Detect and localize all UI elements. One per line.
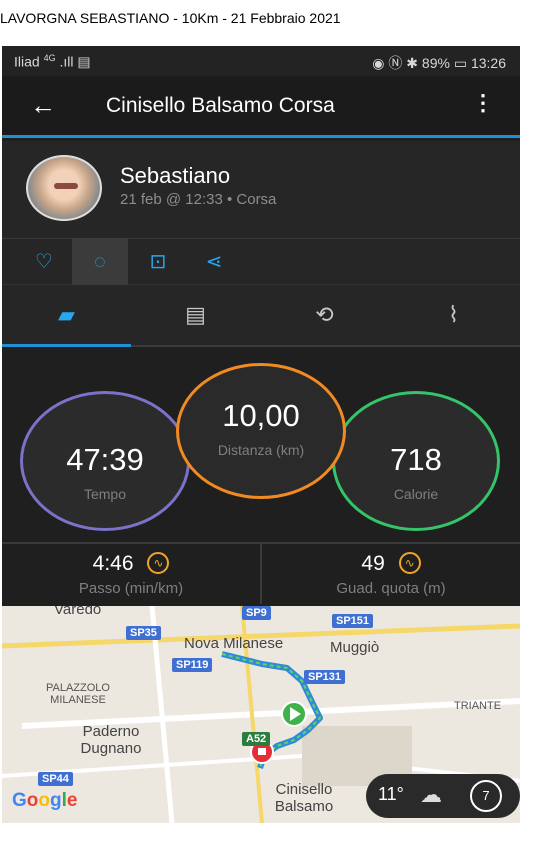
wind-speed: 7 — [482, 788, 490, 803]
tempo-label: Tempo — [83, 486, 127, 502]
road-sp35: SP35 — [126, 626, 161, 640]
place-cinisello: Cinisello Balsamo — [274, 781, 334, 815]
calorie-circle: 718 Calorie — [332, 391, 500, 531]
battery-icon: ▭ — [453, 55, 468, 71]
distance-value: 10,00 — [222, 398, 300, 433]
network-type: 4G — [43, 53, 56, 63]
tempo-circle: 47:39 Tempo — [20, 391, 190, 531]
status-bar: Iliad 4G .ıll ▤ ◉ Ⓝ ✱ 89% ▭ 13:26 — [2, 46, 520, 76]
share-icon: ⋖ — [205, 251, 223, 273]
app-bar: ← Cinisello Balsamo Corsa ⋮ — [2, 76, 520, 138]
elevation-metric[interactable]: 49 ∿ Guad. quota (m) — [262, 544, 520, 604]
charts-icon: ⌇ — [448, 302, 459, 327]
activity-meta: 21 feb @ 12:33 • Corsa — [120, 191, 277, 208]
road-sp44: SP44 — [38, 772, 73, 786]
heart-icon: ♡ — [35, 251, 53, 273]
nfc-icon: Ⓝ — [388, 55, 403, 71]
avatar[interactable] — [26, 155, 102, 221]
road-sp131: SP131 — [304, 670, 346, 684]
tab-laps[interactable]: ⟲ — [260, 285, 389, 345]
distance-label: Distanza (km) — [217, 442, 305, 458]
road-a52: A52 — [242, 732, 271, 746]
activity-header: Sebastiano 21 feb @ 12:33 • Corsa — [2, 141, 520, 239]
weather-temp: 11° — [378, 784, 404, 804]
place-palazzolo: PALAZZOLO MILANESE — [46, 682, 110, 707]
status-left: Iliad 4G .ıll ▤ — [14, 53, 91, 71]
comment-icon: ◌ — [94, 251, 106, 273]
route-map[interactable]: Varedo Nova Milanese Muggiò PALAZZOLO MI… — [2, 606, 520, 823]
clock: 13:26 — [470, 55, 506, 71]
action-bar: ♡ ◌ ⊡ ⋖ — [2, 239, 520, 285]
overview-icon: ▰ — [58, 302, 75, 327]
distance-circle: 10,00 Distanza (km) — [176, 363, 346, 499]
battery-percent: 89% — [421, 55, 450, 71]
tab-charts[interactable]: ⌇ — [389, 285, 518, 345]
pulse-icon: ∿ — [147, 552, 170, 574]
like-button[interactable]: ♡ — [16, 239, 72, 285]
carrier-label: Iliad — [14, 53, 40, 70]
calorie-label: Calorie — [393, 486, 439, 502]
image-caption: LAVORGNA SEBASTIANO - 10Km - 21 Febbraio… — [0, 10, 341, 26]
activity-title: Cinisello Balsamo Corsa — [106, 94, 335, 117]
laps-icon: ⟲ — [315, 302, 334, 327]
place-varedo: Varedo — [54, 606, 102, 618]
user-name[interactable]: Sebastiano — [120, 163, 230, 189]
phone-screen: Iliad 4G .ıll ▤ ◉ Ⓝ ✱ 89% ▭ 13:26 ← Cini… — [2, 46, 520, 823]
back-arrow-icon[interactable]: ← — [30, 90, 56, 121]
add-photo-icon: ⊡ — [149, 251, 167, 273]
share-button[interactable]: ⋖ — [186, 239, 242, 285]
eye-icon: ◉ — [372, 55, 385, 71]
tab-details[interactable]: ▤ — [131, 285, 260, 345]
stats-panel: 47:39 Tempo 718 Calorie 10,00 Distanza (… — [2, 347, 520, 542]
comment-button[interactable]: ◌ — [72, 239, 128, 285]
signal-icon: .ıll — [59, 53, 74, 70]
activity-tabs: ▰ ▤ ⟲ ⌇ — [2, 285, 520, 347]
tempo-value: 47:39 — [66, 442, 144, 477]
details-icon: ▤ — [185, 302, 206, 327]
elevation-label: Guad. quota (m) — [336, 580, 446, 597]
wind-icon: 7 — [470, 780, 502, 812]
pace-label: Passo (min/km) — [78, 580, 184, 597]
message-icon: ▤ — [77, 53, 91, 70]
road-sp119: SP119 — [172, 658, 213, 672]
elevation-value: 49 — [361, 552, 385, 575]
place-nova-milanese: Nova Milanese — [184, 635, 284, 652]
google-logo: Google — [12, 790, 78, 811]
place-triante: TRIANTE — [454, 700, 502, 712]
add-photo-button[interactable]: ⊡ — [130, 239, 186, 285]
place-muggio: Muggiò — [330, 639, 380, 656]
pace-metric[interactable]: 4:46 ∿ Passo (min/km) — [2, 544, 260, 604]
calorie-value: 718 — [390, 442, 442, 477]
pace-value: 4:46 — [92, 552, 134, 575]
bluetooth-icon: ✱ — [406, 55, 419, 71]
pulse-icon: ∿ — [398, 552, 421, 574]
weather-widget[interactable]: 11° ☁ 7 — [366, 774, 520, 818]
road-sp151: SP151 — [332, 614, 374, 628]
tab-overview[interactable]: ▰ — [2, 285, 131, 345]
cloud-icon: ☁ — [420, 782, 442, 807]
place-paderno: Paderno Dugnano — [80, 723, 142, 757]
metrics-row: 4:46 ∿ Passo (min/km) 49 ∿ Guad. quota (… — [2, 542, 520, 604]
road-sp9: SP9 — [242, 606, 271, 620]
status-right: ◉ Ⓝ ✱ 89% ▭ 13:26 — [372, 53, 506, 73]
overflow-menu-icon[interactable]: ⋮ — [472, 92, 494, 114]
